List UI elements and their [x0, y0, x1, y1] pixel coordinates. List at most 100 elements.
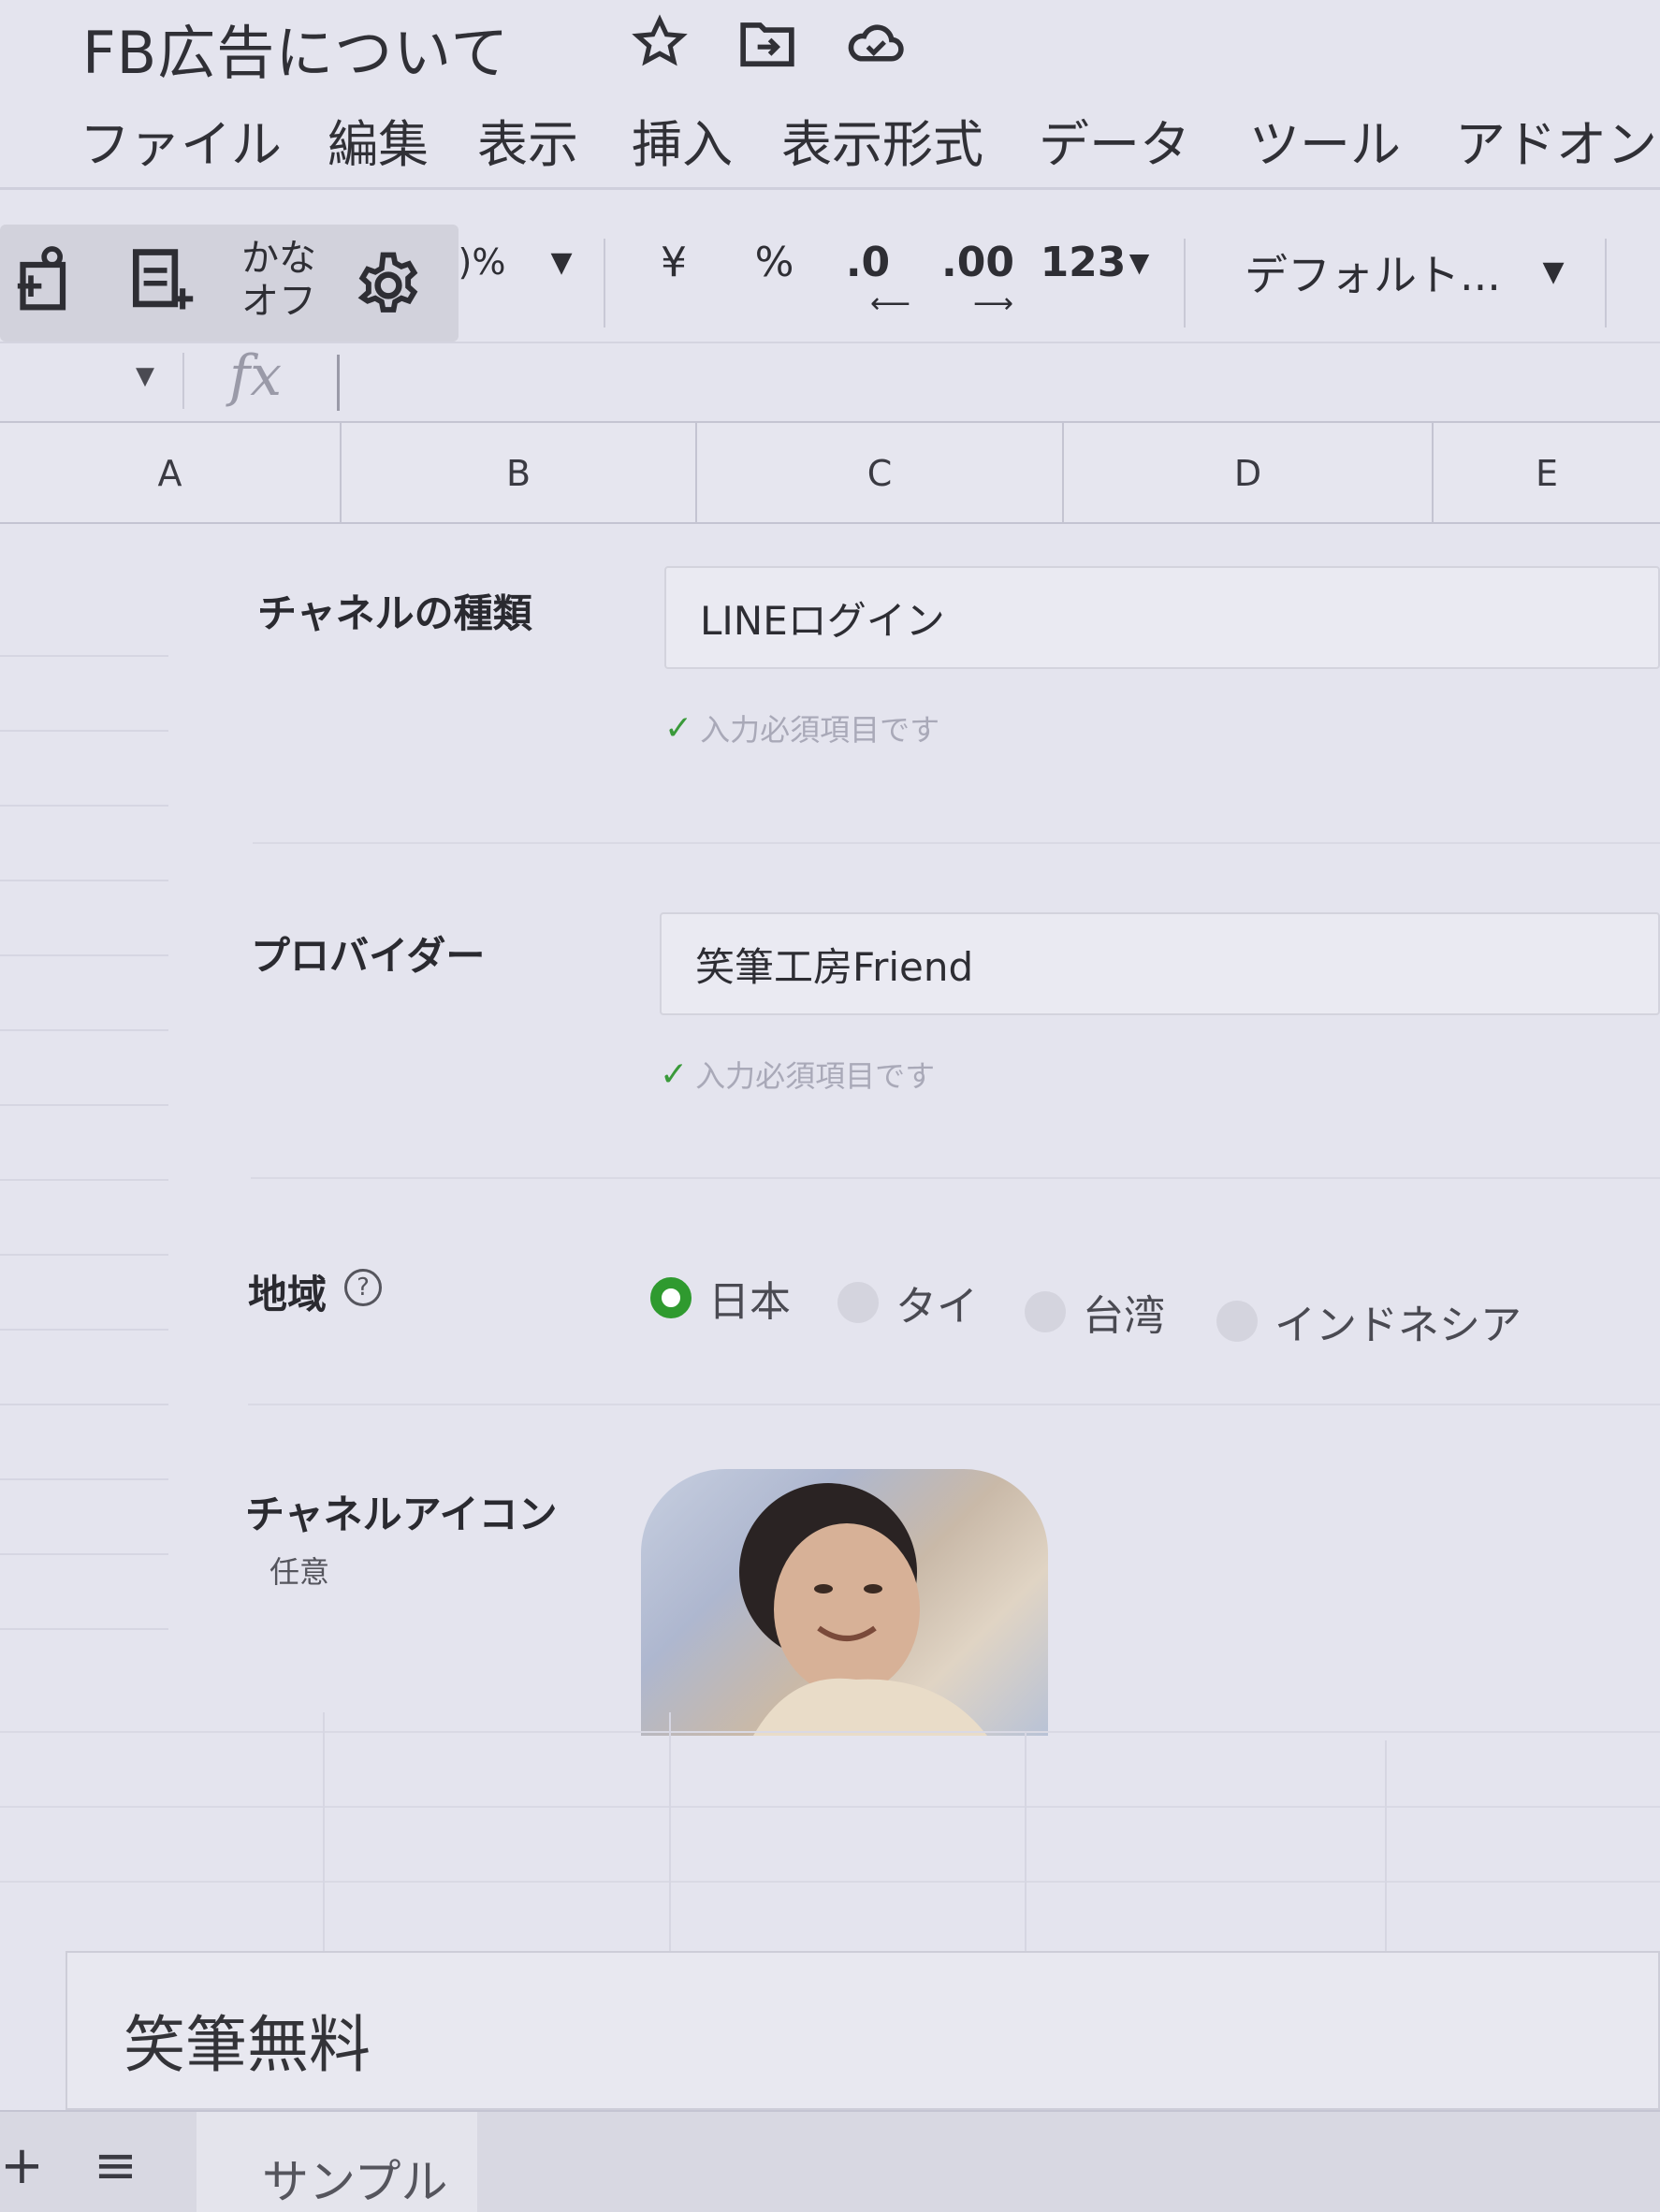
region-option-label: 日本	[708, 1278, 791, 1326]
toolbar-separator	[1184, 239, 1186, 327]
grid-line	[0, 1806, 1660, 1808]
zoom-percent[interactable]: )%	[459, 234, 506, 290]
channel-type-label: チャネルの種類	[257, 590, 532, 636]
grid-line	[0, 880, 168, 881]
menu-insert[interactable]: 挿入	[632, 103, 733, 177]
document-title[interactable]: FB広告について	[82, 6, 509, 90]
increase-decimal-button[interactable]: .00	[936, 234, 1020, 290]
grid-line	[0, 1881, 1660, 1883]
cloud-status-icon[interactable]	[842, 9, 908, 75]
add-sheet-button[interactable]: +	[0, 2135, 44, 2196]
menu-data[interactable]: データ	[1039, 103, 1190, 177]
grid-line	[0, 1029, 168, 1031]
region-option-indonesia[interactable]: インドネシア	[1216, 1291, 1522, 1351]
kana-label: かな	[241, 237, 316, 280]
insert-row-icon[interactable]	[122, 239, 201, 323]
decrease-decimal-label: .0	[845, 238, 891, 286]
provider-validation-text: 入力必須項目です	[695, 1058, 936, 1094]
menu-format[interactable]: 表示形式	[781, 103, 983, 177]
grid-line	[323, 1712, 325, 1951]
formula-bar: ▼ fx	[0, 342, 1660, 421]
number-format-button[interactable]: 123	[1039, 234, 1128, 290]
menu-view[interactable]: 表示	[477, 103, 578, 177]
radio-selected-icon	[650, 1277, 692, 1318]
region-option-japan[interactable]: 日本	[650, 1268, 791, 1328]
number-format-dropdown-icon[interactable]: ▼	[1123, 239, 1156, 285]
sheet-tabs-bar: + ≡ サンプル	[0, 2110, 1660, 2212]
menu-tools[interactable]: ツール	[1249, 103, 1401, 177]
channel-icon-image[interactable]	[641, 1469, 1048, 1736]
kana-off-toggle[interactable]: かな オフ	[241, 237, 316, 323]
grid-line	[0, 1254, 168, 1256]
provider-validation: ✓ 入力必須項目です	[660, 1053, 935, 1096]
title-bar: FB広告について	[0, 0, 1660, 87]
column-header-d[interactable]: D	[1064, 423, 1434, 524]
region-option-label: インドネシア	[1274, 1302, 1522, 1349]
help-circle-icon[interactable]: ?	[344, 1269, 382, 1306]
region-option-taiwan[interactable]: 台湾	[1025, 1282, 1165, 1342]
radio-unselected-icon	[837, 1282, 879, 1323]
increase-decimal-label: .00	[941, 238, 1014, 286]
grid-line	[1385, 1740, 1387, 1951]
section-divider	[253, 842, 1660, 844]
menu-bar: ファイル 編集 表示 挿入 表示形式 データ ツール アドオン	[0, 103, 1660, 187]
menu-file[interactable]: ファイル	[80, 103, 282, 177]
decrease-decimal-button[interactable]: .0	[837, 234, 898, 290]
off-label: オフ	[241, 280, 316, 323]
grid-line	[0, 1553, 168, 1555]
provider-label: プロバイダー	[251, 933, 486, 979]
column-headers: A B C D E	[0, 421, 1660, 524]
grid-line	[0, 1104, 168, 1106]
menu-divider	[0, 187, 1660, 190]
toolbar-separator	[604, 239, 605, 327]
region-option-thailand[interactable]: タイ	[837, 1273, 978, 1332]
zoom-dropdown-icon[interactable]: ▼	[543, 239, 580, 285]
cell-text: 笑筆無料	[124, 2009, 371, 2081]
grid-line	[0, 1329, 168, 1331]
section-divider	[248, 1404, 1660, 1405]
channel-type-input[interactable]: LINEログイン	[664, 566, 1660, 669]
toolbar: かな オフ )% ▼ ¥ % .0 ⟵ .00 ⟶ 123 ▼ デフォルト...…	[0, 220, 1660, 342]
grid-line	[0, 954, 168, 956]
menu-addons[interactable]: アドオン	[1455, 103, 1657, 177]
text-cell[interactable]: 笑筆無料	[66, 1951, 1660, 2110]
region-label: 地域	[248, 1272, 328, 1317]
column-header-a[interactable]: A	[0, 423, 342, 524]
sheet-tab[interactable]: サンプル	[197, 2112, 477, 2212]
insert-comment-icon[interactable]	[9, 239, 84, 323]
column-header-b[interactable]: B	[342, 423, 697, 524]
grid-line	[1025, 1731, 1027, 1951]
font-dropdown-icon[interactable]: ▼	[1535, 248, 1572, 295]
grid-line	[0, 1179, 168, 1181]
region-option-label: タイ	[896, 1283, 978, 1331]
settings-gear-icon[interactable]	[346, 243, 430, 327]
column-header-e[interactable]: E	[1434, 423, 1660, 524]
radio-unselected-icon	[1216, 1301, 1258, 1342]
font-family-select[interactable]: デフォルト...	[1245, 241, 1501, 303]
region-option-label: 台湾	[1083, 1292, 1165, 1340]
formula-input[interactable]	[337, 355, 340, 411]
provider-input[interactable]: 笑筆工房Friend	[660, 912, 1660, 1015]
menu-edit[interactable]: 編集	[328, 103, 429, 177]
currency-format-button[interactable]: ¥	[650, 234, 697, 290]
fx-icon: fx	[229, 343, 283, 409]
toolbar-separator	[1605, 239, 1607, 327]
sheet-tab-label: サンプル	[262, 2155, 448, 2209]
star-icon[interactable]	[627, 9, 692, 75]
arrow-right-icon: ⟶	[973, 287, 1014, 320]
section-divider	[251, 1177, 1660, 1179]
all-sheets-button[interactable]: ≡	[94, 2135, 138, 2196]
grid-line	[0, 1478, 168, 1480]
check-icon: ✓	[664, 708, 693, 748]
folder-move-icon[interactable]	[735, 9, 800, 75]
column-header-c[interactable]: C	[697, 423, 1064, 524]
formula-separator	[182, 353, 184, 409]
radio-unselected-icon	[1025, 1291, 1066, 1332]
grid-line	[0, 1404, 168, 1405]
check-icon: ✓	[660, 1055, 689, 1094]
arrow-left-icon: ⟵	[870, 287, 911, 320]
grid-line	[0, 805, 168, 807]
percent-format-button[interactable]: %	[749, 234, 800, 290]
name-box-dropdown-icon[interactable]: ▼	[136, 362, 154, 390]
grid-line	[0, 655, 168, 657]
